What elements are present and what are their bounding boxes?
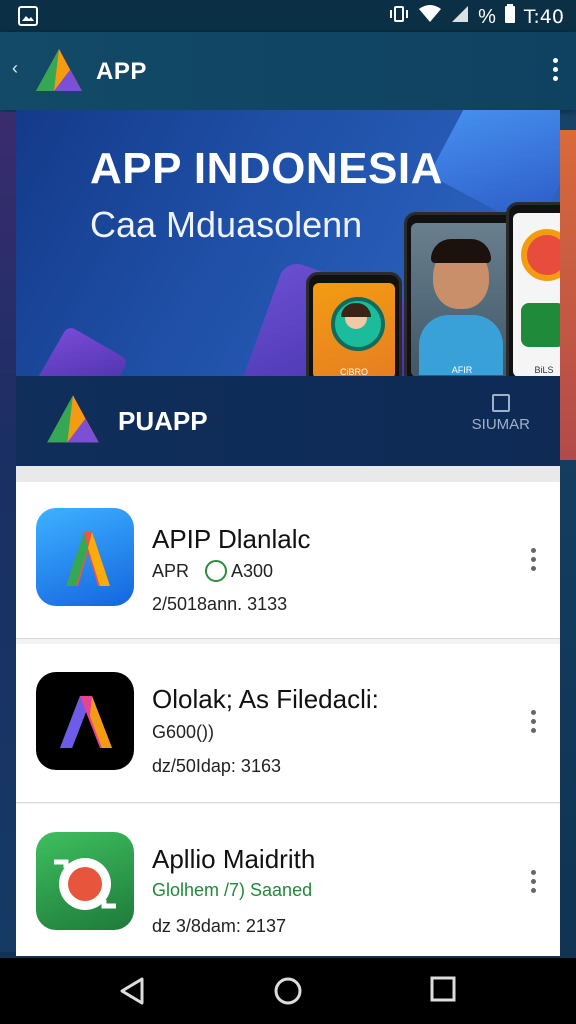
featured-bar[interactable]: PUAPP SIUMAR xyxy=(16,376,560,466)
chevron-left-icon[interactable]: ‹ xyxy=(12,58,18,79)
camera-logo-icon xyxy=(36,832,134,930)
more-vert-icon[interactable] xyxy=(550,58,560,81)
a-dark-logo-icon xyxy=(36,672,134,770)
vibrate-icon xyxy=(388,4,410,30)
app-title: APP xyxy=(96,58,147,85)
square-recents-icon[interactable] xyxy=(430,976,456,1007)
phone-mockup: AFIR xyxy=(404,212,520,378)
phone-label: AFIR xyxy=(451,365,473,375)
left-edge-decoration xyxy=(0,112,16,952)
app-icon xyxy=(521,303,560,347)
app-list: APIP Dlanlalc APR A300 2/5018ann. 3133 O… xyxy=(16,466,560,956)
app-size: ǳ/50Idap: 3163 xyxy=(152,756,281,776)
banner-headline: APP INDONESIA xyxy=(90,144,443,193)
app-category: Glolhem /7) Saaned xyxy=(152,880,313,900)
app-meta: APR A300 xyxy=(152,560,273,582)
right-edge-decoration xyxy=(560,130,576,460)
phone-label: BiLS xyxy=(534,365,554,375)
app-logo-icon xyxy=(34,46,84,101)
avatar xyxy=(331,297,385,351)
system-nav-bar xyxy=(0,958,576,1024)
list-item[interactable]: APIP Dlanlalc APR A300 2/5018ann. 3133 xyxy=(16,482,560,639)
clock: T:40 xyxy=(523,6,564,28)
more-vert-icon[interactable] xyxy=(531,710,536,733)
image-icon xyxy=(18,6,38,31)
list-item[interactable]: Ololak; As Filedacli: G600()) ǳ/50Idap: … xyxy=(16,644,560,803)
rating-badge: A300 xyxy=(205,560,273,582)
app-category: G600()) xyxy=(152,722,215,742)
signal-icon xyxy=(450,4,470,30)
decorative-shape xyxy=(33,325,129,378)
save-button[interactable]: SIUMAR xyxy=(472,394,530,433)
battery-percent: % xyxy=(478,5,496,28)
bookmark-icon xyxy=(491,394,510,412)
status-bar: % T:40 xyxy=(0,0,576,32)
circle-home-icon[interactable] xyxy=(273,976,303,1011)
badge-icon xyxy=(205,560,228,582)
app-bar: ‹ APP xyxy=(0,32,576,110)
battery-icon xyxy=(504,4,516,30)
more-vert-icon[interactable] xyxy=(531,548,536,571)
featured-title: PUAPP xyxy=(118,406,208,436)
app-name: Ololak; As Filedacli: xyxy=(152,684,379,714)
app-logo-icon xyxy=(44,392,102,453)
more-vert-icon[interactable] xyxy=(531,870,536,893)
save-label: SIUMAR xyxy=(471,416,530,433)
a-logo-icon xyxy=(36,508,134,606)
app-size: ǳ 3/8dam: 2137 xyxy=(152,916,286,936)
banner-subhead: Caa Mduasolenn xyxy=(90,204,363,245)
wifi-icon xyxy=(418,4,442,30)
app-category: APR xyxy=(152,560,190,581)
app-icon xyxy=(521,229,560,281)
app-size: 2/5018ann. 3133 xyxy=(152,594,288,614)
list-item[interactable]: Apllio Maidrith Glolhem /7) Saaned ǳ 3/8… xyxy=(16,804,560,956)
app-name: APIP Dlanlalc xyxy=(152,524,311,554)
promo-banner[interactable]: APP INDONESIA Caa Mduasolenn CiBRO AFIR … xyxy=(16,110,560,378)
divider xyxy=(16,466,560,482)
app-name: Apllio Maidrith xyxy=(152,844,316,874)
phone-mockup: CiBRO xyxy=(306,272,402,378)
badge-text: A300 xyxy=(231,560,274,581)
phone-mockup: BiLS xyxy=(506,202,560,378)
triangle-back-icon[interactable] xyxy=(118,976,146,1011)
